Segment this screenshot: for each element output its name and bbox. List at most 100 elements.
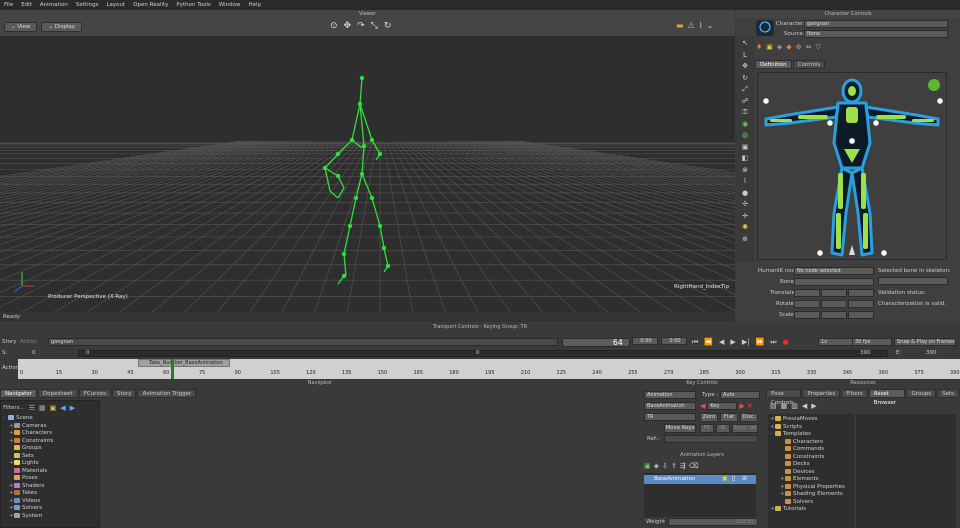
character-thumbnail-icon[interactable] (756, 20, 774, 36)
asset-tree-item[interactable]: + Shading Elements (770, 491, 854, 499)
asset-tree-item[interactable]: Solvers (770, 498, 854, 507)
translate-x[interactable] (794, 289, 820, 297)
disc-button[interactable]: Disc. (740, 413, 758, 422)
navigator-tree-item[interactable]: Poses (3, 475, 99, 483)
asset-tree-item[interactable]: + Scripts (770, 423, 854, 432)
pin-icon[interactable]: ⊕ (796, 43, 802, 51)
cube-alt-icon[interactable]: ◧ (740, 153, 750, 163)
tab-pose-controls[interactable]: Pose Controls (766, 389, 802, 406)
asset-tree-item[interactable]: + Tutorials (770, 506, 854, 514)
humanik-figure-area[interactable] (757, 72, 947, 260)
move-keys-button[interactable]: Move Keys (664, 424, 696, 433)
list-view-icon[interactable]: ☰ (29, 404, 35, 412)
scale-icon[interactable]: ⤢ (740, 84, 750, 94)
translate-z[interactable] (848, 289, 874, 297)
tab-story[interactable]: Story (111, 389, 137, 398)
layer-settings-icon[interactable]: ◈ (654, 462, 659, 470)
scale-z[interactable] (848, 311, 874, 319)
menu-item-layout[interactable]: Layout (106, 2, 125, 8)
rotate-icon[interactable]: ↻ (740, 73, 750, 83)
tab-animation-trigger[interactable]: Animation Trigger (137, 389, 197, 398)
record-icon[interactable]: ● (783, 338, 789, 347)
fk-icon[interactable]: ◆ (786, 43, 791, 51)
3d-viewport[interactable]: Producer Perspective (X-Ray) RightHand_I… (0, 36, 735, 312)
tab-filters[interactable]: Filters (841, 389, 868, 398)
flat-button[interactable]: Flat (720, 413, 738, 422)
curve-tool-icon[interactable]: ↻ (384, 21, 392, 31)
bone-field[interactable] (794, 278, 874, 286)
filters-label[interactable]: Filters... (3, 405, 25, 411)
take-select[interactable]: gangnan (48, 338, 558, 346)
timeline-clip[interactable]: Take_Number_BaseAnimation (138, 359, 230, 367)
menu-item-edit[interactable]: Edit (21, 2, 32, 8)
details-icon[interactable]: ▥ (791, 402, 798, 410)
keying-group-select[interactable]: TR (644, 413, 696, 421)
local-icon[interactable]: L (740, 50, 750, 60)
navigator-tree-item[interactable]: + Shaders (3, 482, 99, 491)
circle-icon[interactable]: ● (740, 188, 750, 198)
tab-navigator[interactable]: Navigator (0, 389, 37, 398)
ref-select[interactable] (664, 435, 758, 443)
fps-select[interactable]: 30 fps (852, 338, 892, 346)
navigator-tree-item[interactable]: + Takes (3, 490, 99, 498)
select-tool-icon[interactable]: ⊙ (330, 21, 338, 31)
plus-icon[interactable]: ✛ (740, 211, 750, 221)
key-icon[interactable]: ⚿ (740, 107, 750, 117)
asset-tree-item[interactable]: + Physical Properties (770, 483, 854, 492)
view-menu-button[interactable]: ⌄ View (4, 22, 38, 32)
layer-mute-icon[interactable]: ⊘ (742, 475, 747, 482)
time-field-2[interactable]: 0:00 (661, 337, 687, 345)
translate-tool-icon[interactable]: ✥ (344, 21, 352, 31)
delete-key-icon[interactable]: ✕ (747, 402, 753, 410)
display-menu-button[interactable]: ⌄ Display (41, 22, 83, 32)
layer-row-base[interactable]: BaseAnimation ▣ ▯ ⊘ (644, 475, 756, 484)
tab-controls[interactable]: Controls (792, 60, 826, 69)
grid-view-icon[interactable]: ▦ (39, 404, 46, 412)
merge-icon[interactable]: ⇩ (662, 462, 668, 470)
scale-y[interactable] (821, 311, 847, 319)
tab-properties[interactable]: Properties (802, 389, 841, 398)
link-icon[interactable]: ⊗ (740, 165, 750, 175)
key-button[interactable]: Key (707, 402, 738, 410)
menu-item-settings[interactable]: Settings (76, 2, 99, 8)
tab-definition[interactable]: Definition (755, 60, 792, 69)
navigator-tree-item[interactable]: Materials (3, 467, 99, 476)
select-layer-icon[interactable]: ⇶ (680, 462, 686, 470)
path-icon[interactable]: ⌇ (699, 21, 703, 30)
menu-item-window[interactable]: Window (219, 2, 241, 8)
asset-tree[interactable]: + PreviaMoves + Scripts - Templates Characters… (768, 414, 854, 528)
asset-tree-item[interactable]: - Templates (770, 431, 854, 439)
asset-tree-item[interactable]: + PreviaMoves (770, 416, 854, 424)
back-icon[interactable]: ◀ (802, 402, 807, 410)
asset-tree-item[interactable]: Decks (770, 461, 854, 469)
weight-field[interactable]: 100.00 (668, 518, 758, 526)
globe-icon[interactable]: ◍ (740, 130, 750, 140)
menu-item-python-tools[interactable]: Python Tools (176, 2, 210, 8)
tab-asset-browser[interactable]: Asset Browser (868, 389, 906, 406)
rotate-x[interactable] (794, 300, 820, 308)
asset-tree-item[interactable]: Constraints (770, 453, 854, 462)
tab-fcurves[interactable]: FCurves (78, 389, 111, 398)
translate-icon[interactable]: ✥ (740, 61, 750, 71)
play-icon[interactable]: ▶ (730, 338, 735, 347)
navigator-tree-item[interactable]: Groups (3, 445, 99, 453)
tab-sets[interactable]: Sets (937, 389, 959, 398)
keyframe-icon[interactable]: ▬ (676, 21, 684, 30)
animation-select[interactable]: Animation (644, 391, 696, 399)
next-key-arrow-icon[interactable]: ▶ (739, 402, 744, 410)
menu-item-open-reality[interactable]: Open Reality (133, 2, 168, 8)
step-back-icon[interactable]: ◀ (719, 338, 724, 347)
expand-icon[interactable]: ⌄ (707, 21, 714, 30)
rotate-y[interactable] (821, 300, 847, 308)
scale-x[interactable] (794, 311, 820, 319)
navigator-tree[interactable]: Filters... ☰ ▦ ▣ ◀ ▶ - Scene + Cameras + Char… (0, 400, 100, 528)
navigator-tree-item[interactable]: - Scene (3, 415, 99, 423)
rotate-z[interactable] (848, 300, 874, 308)
type-select[interactable]: Auto (720, 391, 760, 399)
layers-list[interactable]: BaseAnimation ▣ ▯ ⊘ (644, 473, 756, 517)
warning-icon[interactable]: ⚠ (688, 21, 695, 30)
navigator-tree-item[interactable]: + System (3, 512, 99, 521)
rotate-tool-icon[interactable]: ↷ (357, 21, 365, 31)
next-key-icon[interactable]: ⏩ (756, 338, 765, 347)
ik-icon[interactable]: ◈ (777, 43, 782, 51)
